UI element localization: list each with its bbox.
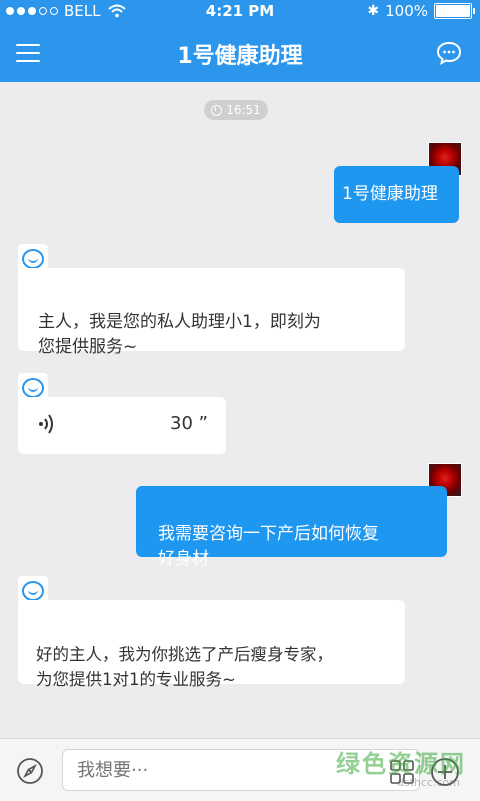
voice-duration: 30 ” — [170, 413, 208, 434]
battery-level — [436, 5, 470, 17]
voice-message-bubble[interactable]: 30 ” — [18, 397, 226, 454]
voice-wave-icon — [39, 414, 53, 434]
message-text: 好的主人，我为你挑选了产后瘦身专家， 为您提供1对1的专业服务~ — [36, 645, 333, 689]
assistant-face-icon — [22, 378, 44, 398]
timestamp-text: 16:51 — [226, 103, 261, 117]
battery-icon — [434, 3, 475, 19]
speech-bubble-icon[interactable] — [436, 40, 462, 66]
message-text: 我需要咨询一下产后如何恢复 好身材 — [158, 524, 379, 569]
status-right: ✱ 100% — [367, 2, 475, 20]
assistant-face-icon — [22, 581, 44, 601]
page-title: 1号健康助理 — [177, 44, 303, 69]
compass-icon[interactable] — [16, 757, 44, 785]
message-bubble-user: 1号健康助理 — [334, 166, 459, 223]
chat-timestamp: 16:51 — [204, 100, 268, 120]
clock-icon — [211, 104, 223, 116]
assistant-face-icon — [22, 249, 44, 269]
message-bubble-assistant: 主人，我是您的私人助理小1，即刻为 您提供服务~ — [18, 268, 405, 357]
watermark-logo: 绿色资源网 — [336, 750, 466, 778]
bluetooth-icon: ✱ — [367, 3, 380, 19]
status-bar: BELL 4:21 PM ✱ 100% — [0, 0, 480, 24]
message-bubble-user: 我需要咨询一下产后如何恢复 好身材 — [136, 486, 447, 569]
app-header: 1号健康助理 — [0, 24, 480, 82]
message-text: 主人，我是您的私人助理小1，即刻为 您提供服务~ — [38, 312, 321, 357]
message-text: 1号健康助理 — [342, 184, 438, 204]
message-bubble-assistant: 好的主人，我为你挑选了产后瘦身专家， 为您提供1对1的专业服务~ — [18, 600, 405, 689]
battery-percent: 100% — [385, 2, 428, 20]
watermark-url: dsthcc.com — [396, 776, 460, 789]
